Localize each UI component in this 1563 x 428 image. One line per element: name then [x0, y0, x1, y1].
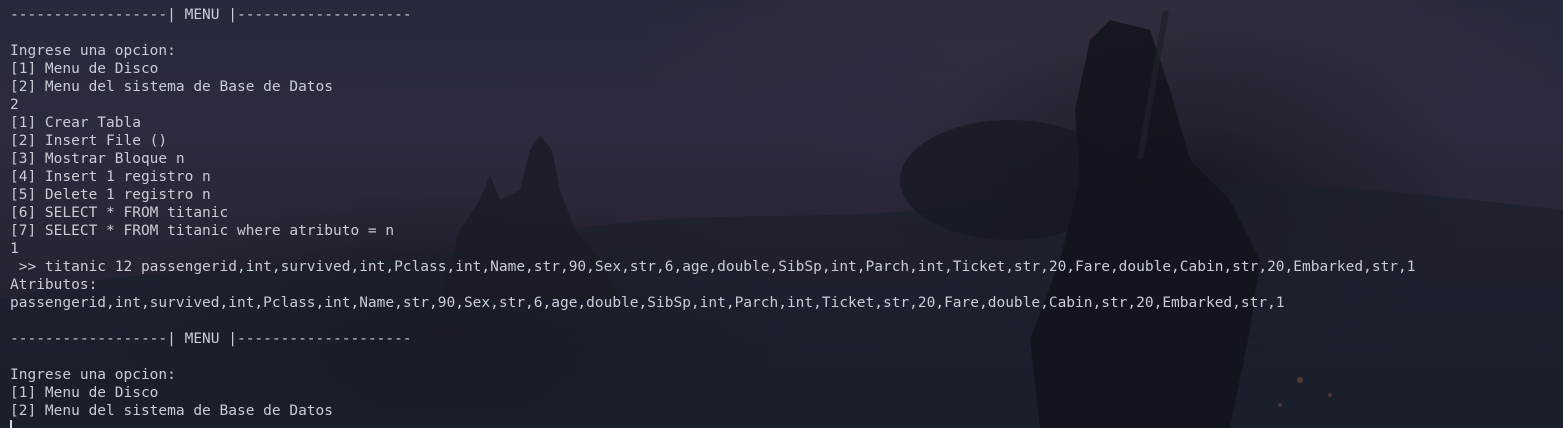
terminal-line: >> titanic 12 passengerid,int,survived,i… [10, 259, 1416, 275]
terminal-line: [2] Menu del sistema de Base de Datos [10, 403, 334, 419]
terminal-line: ------------------| MENU |--------------… [10, 331, 412, 347]
terminal-line: [2] Menu del sistema de Base de Datos [10, 79, 334, 95]
terminal-line: passengerid,int,survived,int,Pclass,int,… [10, 295, 1285, 311]
terminal-line: [2] Insert File () [10, 133, 168, 149]
terminal-line: [1] Menu de Disco [10, 61, 159, 77]
terminal-line: [1] Menu de Disco [10, 385, 159, 401]
terminal-line: [5] Delete 1 registro n [10, 187, 211, 203]
terminal-line: Ingrese una opcion: [10, 43, 176, 59]
terminal-line: [6] SELECT * FROM titanic [10, 205, 229, 221]
terminal-line: 2 [10, 97, 19, 113]
terminal-line: 1 [10, 241, 19, 257]
terminal-line: [4] Insert 1 registro n [10, 169, 211, 185]
terminal-line: ------------------| MENU |--------------… [10, 7, 412, 23]
terminal-output: ------------------| MENU |--------------… [10, 6, 1416, 420]
terminal-line: [1] Crear Tabla [10, 115, 141, 131]
terminal-line: [7] SELECT * FROM titanic where atributo… [10, 223, 395, 239]
text-cursor[interactable] [10, 420, 12, 428]
terminal-window[interactable]: ------------------| MENU |--------------… [0, 0, 1563, 428]
terminal-line: Ingrese una opcion: [10, 367, 176, 383]
terminal-line: Atributos: [10, 277, 98, 293]
terminal-line: [3] Mostrar Bloque n [10, 151, 185, 167]
